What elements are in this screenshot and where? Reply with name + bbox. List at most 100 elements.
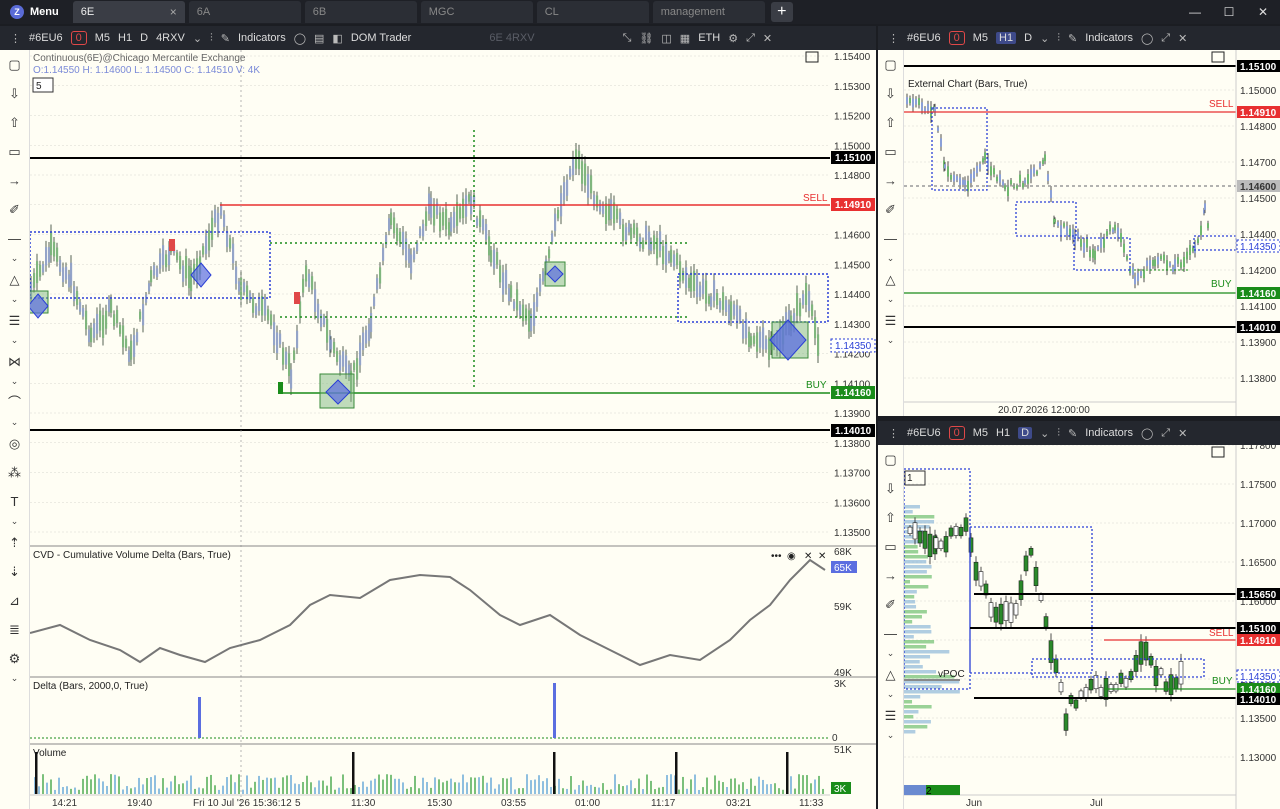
pattern-icon[interactable]: ⋈ [0,347,29,376]
external-price-chart[interactable]: External Chart (Bars, True) 1.15000 1.148… [904,50,1280,416]
tf-d-button[interactable]: D [1018,427,1033,439]
chevron-down-icon[interactable]: ⌄ [0,253,29,265]
short-position-icon[interactable]: ⇣ [0,557,29,586]
link-icon[interactable]: ⛓ [639,32,653,45]
chevron-down-icon[interactable]: ⌄ [878,648,903,660]
main-price-chart[interactable]: Continuous(6E)@Chicago Mercantile Exchan… [30,50,876,809]
close-window-icon[interactable]: ✕ [1246,0,1280,24]
magnifier-icon[interactable]: ◎ [0,429,29,458]
close-icon[interactable]: ✕ [1178,32,1187,45]
horizontal-line-icon[interactable]: — [878,619,903,648]
brush-icon[interactable]: ✐ [0,195,29,224]
horizontal-line-icon[interactable]: — [878,224,903,253]
expand-icon[interactable]: ⤢ [1161,427,1170,440]
chevron-down-icon[interactable]: ⌄ [0,417,29,429]
session-select[interactable]: ETH [698,32,720,44]
arrow-down-icon[interactable]: ⇩ [0,79,29,108]
chart-style-icon[interactable]: ⫶ [1057,32,1060,45]
pencil-icon[interactable]: ✎ [221,32,230,45]
rectangle-icon[interactable]: ▭ [878,532,903,561]
close-pane-icon[interactable]: ✕ [818,551,826,562]
text-icon[interactable]: T [0,487,29,516]
arrow-right-icon[interactable]: → [0,166,29,195]
tf-d-button[interactable]: D [140,32,148,44]
layers-icon[interactable]: ▤ [314,32,324,45]
account-badge[interactable]: 0 [948,31,965,45]
grip-icon[interactable]: ⋮ [10,32,21,45]
rectangle-icon[interactable]: ▭ [878,137,903,166]
scroll-end-icon[interactable] [1211,446,1225,458]
mouse-icon[interactable]: ◯ [1141,32,1153,45]
pencil-icon[interactable]: ✎ [1068,32,1077,45]
mouse-icon[interactable]: ◯ [1141,427,1153,440]
rectangle-icon[interactable]: ▭ [0,137,29,166]
tab-management[interactable]: management [652,1,765,23]
dom-trader-select[interactable]: DOM Trader [351,32,412,44]
expand-icon[interactable]: ⤢ [1161,32,1170,45]
chart-style-icon[interactable]: ⫶ [210,32,213,45]
list-icon[interactable]: ≣ [0,615,29,644]
triangle-icon[interactable]: △ [878,660,903,689]
tf-m5-button[interactable]: M5 [973,32,988,44]
tab-cl[interactable]: CL [536,1,649,23]
scroll-end-icon[interactable] [1211,51,1225,63]
rectangle-select-icon[interactable]: ▢ [0,50,29,79]
pencil-icon[interactable]: ✎ [1068,427,1077,440]
tf-m5-button[interactable]: M5 [95,32,110,44]
triangle-icon[interactable]: △ [878,265,903,294]
horizontal-line-icon[interactable]: — [0,224,29,253]
camera-icon[interactable]: ◫ [661,32,671,45]
tf-h1-button[interactable]: H1 [118,32,132,44]
brush-icon[interactable]: ✐ [878,195,903,224]
close-icon[interactable]: ✕ [763,32,772,45]
chevron-down-icon[interactable]: ⌄ [878,730,903,742]
fibonacci-icon[interactable]: ☰ [878,306,903,335]
symbol-label[interactable]: #6EU6 [29,32,63,44]
dom-panel-icon[interactable]: ◧ [332,32,342,45]
fibonacci-icon[interactable]: ☰ [878,701,903,730]
crosshair-icon[interactable]: ⤡ [623,32,632,45]
scroll-end-icon[interactable] [805,51,819,63]
gear-icon[interactable]: ⚙ [728,32,738,45]
rectangle-select-icon[interactable]: ▢ [878,50,903,79]
chevron-down-icon[interactable]: ⌄ [878,253,903,265]
chevron-down-icon[interactable]: ⌄ [1040,32,1049,45]
eye-icon[interactable]: ◉ [787,551,796,562]
close-icon[interactable]: ✕ [1178,427,1187,440]
tab-mgc[interactable]: MGC [420,1,533,23]
fibonacci-icon[interactable]: ☰ [0,306,29,335]
menu-button[interactable]: Z Menu [0,0,69,24]
tab-6e[interactable]: 6E × [72,1,185,23]
settings-icon[interactable]: ⚙ [0,644,29,673]
chevron-down-icon[interactable]: ⌄ [0,376,29,388]
chevron-down-icon[interactable]: ⌄ [193,32,202,45]
brush-icon[interactable]: ✐ [878,590,903,619]
zoom-select-value[interactable]: 1 [907,473,913,484]
add-tab-button[interactable]: + [770,2,793,22]
arrow-up-icon[interactable]: ⇧ [878,503,903,532]
indicators-button[interactable]: Indicators [238,32,286,44]
tab-6a[interactable]: 6A [188,1,301,23]
indicators-button[interactable]: Indicators [1085,427,1133,439]
chevron-down-icon[interactable]: ⌄ [0,516,29,528]
arrow-down-icon[interactable]: ⇩ [878,474,903,503]
chevron-down-icon[interactable]: ⌄ [1040,427,1049,440]
chevron-down-icon[interactable]: ⌄ [0,673,29,685]
arrow-up-icon[interactable]: ⇧ [878,108,903,137]
ruler-icon[interactable]: ⊿ [0,586,29,615]
chart-style-icon[interactable]: ⫶ [1057,427,1060,440]
daily-price-chart[interactable]: 1 vPOC 1.178001.175001.170001.165001.160… [904,445,1280,809]
chevron-down-icon[interactable]: ⌄ [878,294,903,306]
expand-icon[interactable]: ⤢ [746,32,755,45]
arrow-right-icon[interactable]: → [878,561,903,590]
more-icon[interactable]: ••• [771,551,782,562]
chevron-down-icon[interactable]: ⌄ [0,335,29,347]
tf-m5-button[interactable]: M5 [973,427,988,439]
chevron-down-icon[interactable]: ⌄ [0,294,29,306]
tf-d-button[interactable]: D [1024,32,1032,44]
rectangle-select-icon[interactable]: ▢ [878,445,903,474]
close-tab-icon[interactable]: × [170,5,177,19]
chevron-down-icon[interactable]: ⌄ [878,689,903,701]
tf-h1-button[interactable]: H1 [996,427,1010,439]
grip-icon[interactable]: ⋮ [888,427,899,440]
